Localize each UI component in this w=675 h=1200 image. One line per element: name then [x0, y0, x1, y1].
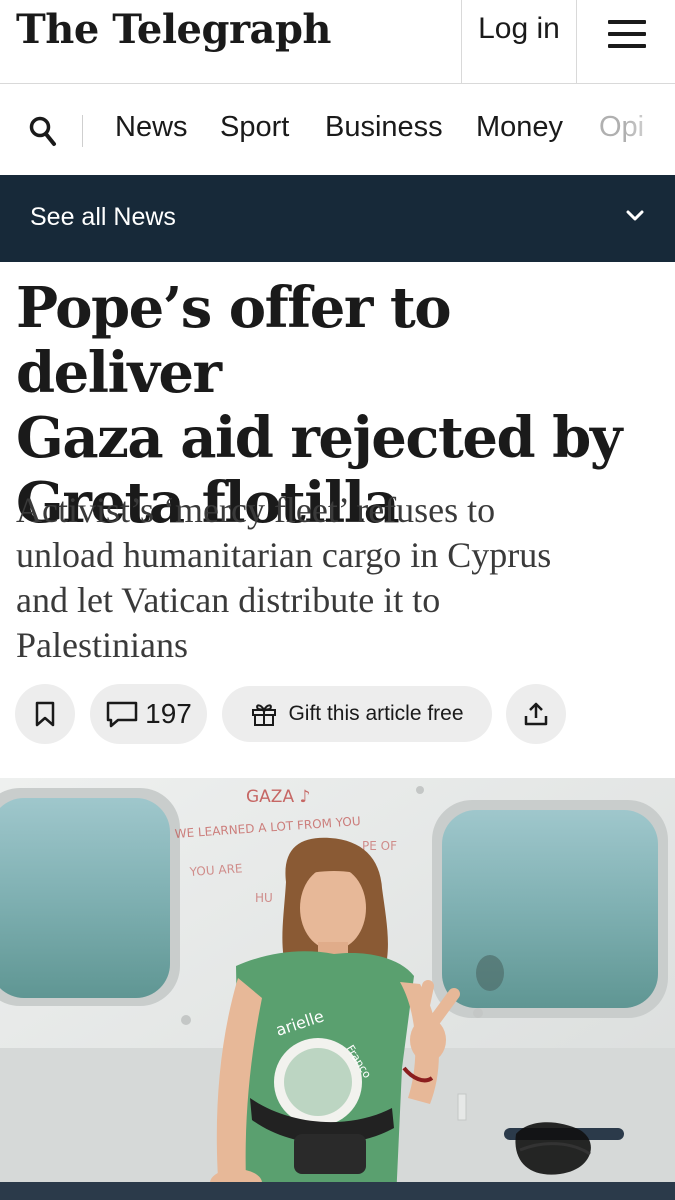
nav-item-sport[interactable]: Sport [220, 111, 289, 144]
nav-item-business[interactable]: Business [325, 111, 443, 144]
chevron-down-icon[interactable] [622, 206, 648, 224]
share-button[interactable] [506, 684, 566, 744]
wall-writing: GAZA ♪ [246, 787, 310, 807]
gift-article-button[interactable]: Gift this article free [222, 686, 492, 742]
menu-button[interactable] [578, 0, 675, 84]
gift-icon [252, 704, 277, 726]
bookmark-button[interactable] [15, 684, 75, 744]
section-nav: News Sport Business Money Opi [0, 85, 675, 175]
standfirst-line: unload humanitarian cargo in Cyprus [16, 535, 552, 575]
nav-fade [625, 85, 675, 175]
headline-line: Gaza aid rejected by [16, 405, 622, 471]
hero-photo-illustration: GAZA ♪ WE LEARNED A LOT FROM YOU YOU ARE… [0, 778, 675, 1200]
bookmark-icon [35, 701, 55, 727]
search-icon[interactable] [28, 115, 58, 147]
hamburger-menu-icon [607, 20, 646, 84]
nav-item-money[interactable]: Money [476, 111, 563, 144]
see-all-news-bar[interactable]: See all News [0, 175, 675, 262]
nav-item-news[interactable]: News [115, 111, 188, 144]
standfirst-line: Palestinians [16, 625, 188, 665]
nav-divider [82, 115, 83, 147]
comments-button[interactable]: 197 [90, 684, 207, 744]
article-hero-image: GAZA ♪ WE LEARNED A LOT FROM YOU YOU ARE… [0, 778, 675, 1200]
comment-count: 197 [145, 698, 192, 729]
comment-icon [106, 701, 138, 728]
standfirst-line: Activist’s ‘mercy fleet’ refuses to [16, 490, 496, 530]
standfirst-line: and let Vatican distribute it to [16, 580, 441, 620]
gift-article-label: Gift this article free [288, 702, 464, 725]
see-all-news-label: See all News [30, 203, 176, 231]
telegraph-logo[interactable]: The Telegraph [16, 6, 332, 53]
headline-line: Pope’s offer to deliver [16, 275, 452, 406]
share-icon [524, 702, 548, 726]
wall-writing: HU [255, 891, 273, 905]
article-standfirst: Activist’s ‘mercy fleet’ refuses to unlo… [16, 488, 666, 668]
top-bar: The Telegraph Log in [0, 0, 675, 84]
wall-writing: PE OF [362, 839, 397, 853]
login-button[interactable]: Log in [461, 0, 577, 84]
